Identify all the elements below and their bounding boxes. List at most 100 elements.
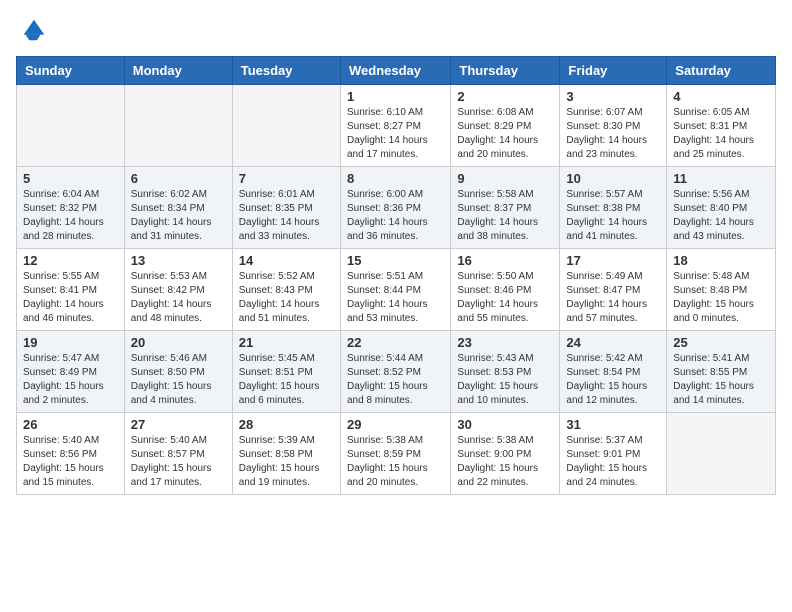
calendar-cell: 6Sunrise: 6:02 AM Sunset: 8:34 PM Daylig… <box>124 167 232 249</box>
day-info: Sunrise: 5:39 AM Sunset: 8:58 PM Dayligh… <box>239 434 334 490</box>
calendar-cell: 30 Sunrise: 5:38 AM Sunset: 9:00 PM Dayli… <box>451 413 560 495</box>
day-info: Sunrise: 6:04 AM Sunset: 8:32 PM Dayligh… <box>23 188 118 244</box>
day-info: Sunrise: 5:46 AM Sunset: 8:50 PM Dayligh… <box>131 352 226 408</box>
day-info: Sunrise: 5:50 AM Sunset: 8:46 PM Dayligh… <box>457 270 553 326</box>
day-number: 5 <box>23 171 118 186</box>
calendar-cell <box>667 413 776 495</box>
day-info: Sunrise: 5:51 AM Sunset: 8:44 PM Dayligh… <box>347 270 444 326</box>
day-info: Sunrise: 5:40 AM Sunset: 8:56 PM Dayligh… <box>23 434 118 490</box>
header-tuesday: Tuesday <box>232 57 340 85</box>
calendar-cell: 8 Sunrise: 6:00 AM Sunset: 8:36 PM Daylig… <box>340 167 450 249</box>
calendar-cell: 26 Sunrise: 5:40 AM Sunset: 8:56 PM Dayli… <box>17 413 125 495</box>
calendar-header-row: SundayMondayTuesdayWednesdayThursdayFrid… <box>17 57 776 85</box>
day-number: 29 <box>347 417 444 432</box>
day-info: Sunrise: 5:57 AM Sunset: 8:38 PM Dayligh… <box>566 188 660 244</box>
calendar-cell <box>124 85 232 167</box>
calendar-cell: 18Sunrise: 5:48 AM Sunset: 8:48 PM Dayli… <box>667 249 776 331</box>
day-number: 17 <box>566 253 660 268</box>
day-info: Sunrise: 6:05 AM Sunset: 8:31 PM Dayligh… <box>673 106 769 162</box>
day-info: Sunrise: 6:07 AM Sunset: 8:30 PM Dayligh… <box>566 106 660 162</box>
day-info: Sunrise: 5:52 AM Sunset: 8:43 PM Dayligh… <box>239 270 334 326</box>
calendar-cell: 25 Sunrise: 5:41 AM Sunset: 8:55 PM Dayli… <box>667 331 776 413</box>
calendar-cell: 13 Sunrise: 5:53 AM Sunset: 8:42 PM Dayli… <box>124 249 232 331</box>
day-info: Sunrise: 5:47 AM Sunset: 8:49 PM Dayligh… <box>23 352 118 408</box>
day-number: 20 <box>131 335 226 350</box>
calendar-cell: 31Sunrise: 5:37 AM Sunset: 9:01 PM Dayli… <box>560 413 667 495</box>
day-info: Sunrise: 5:56 AM Sunset: 8:40 PM Dayligh… <box>673 188 769 244</box>
calendar-cell: 23Sunrise: 5:43 AM Sunset: 8:53 PM Dayli… <box>451 331 560 413</box>
calendar-week-row: 12Sunrise: 5:55 AM Sunset: 8:41 PM Dayli… <box>17 249 776 331</box>
day-number: 4 <box>673 89 769 104</box>
header-monday: Monday <box>124 57 232 85</box>
day-info: Sunrise: 5:45 AM Sunset: 8:51 PM Dayligh… <box>239 352 334 408</box>
day-number: 7 <box>239 171 334 186</box>
day-info: Sunrise: 5:44 AM Sunset: 8:52 PM Dayligh… <box>347 352 444 408</box>
calendar-cell <box>17 85 125 167</box>
day-info: Sunrise: 6:10 AM Sunset: 8:27 PM Dayligh… <box>347 106 444 162</box>
calendar-cell: 3 Sunrise: 6:07 AM Sunset: 8:30 PM Daylig… <box>560 85 667 167</box>
calendar-cell: 19 Sunrise: 5:47 AM Sunset: 8:49 PM Dayli… <box>17 331 125 413</box>
header-wednesday: Wednesday <box>340 57 450 85</box>
day-number: 15 <box>347 253 444 268</box>
day-info: Sunrise: 5:49 AM Sunset: 8:47 PM Dayligh… <box>566 270 660 326</box>
day-number: 27 <box>131 417 226 432</box>
day-info: Sunrise: 5:48 AM Sunset: 8:48 PM Dayligh… <box>673 270 769 326</box>
day-info: Sunrise: 5:38 AM Sunset: 8:59 PM Dayligh… <box>347 434 444 490</box>
calendar-cell: 9 Sunrise: 5:58 AM Sunset: 8:37 PM Daylig… <box>451 167 560 249</box>
day-number: 24 <box>566 335 660 350</box>
calendar-cell: 12Sunrise: 5:55 AM Sunset: 8:41 PM Dayli… <box>17 249 125 331</box>
header-friday: Friday <box>560 57 667 85</box>
day-number: 1 <box>347 89 444 104</box>
calendar-table: SundayMondayTuesdayWednesdayThursdayFrid… <box>16 56 776 495</box>
day-number: 2 <box>457 89 553 104</box>
day-number: 9 <box>457 171 553 186</box>
calendar-cell: 2 Sunrise: 6:08 AM Sunset: 8:29 PM Daylig… <box>451 85 560 167</box>
day-number: 3 <box>566 89 660 104</box>
logo <box>16 16 48 44</box>
calendar-cell <box>232 85 340 167</box>
day-number: 8 <box>347 171 444 186</box>
day-number: 19 <box>23 335 118 350</box>
calendar-cell: 29 Sunrise: 5:38 AM Sunset: 8:59 PM Dayli… <box>340 413 450 495</box>
day-info: Sunrise: 5:41 AM Sunset: 8:55 PM Dayligh… <box>673 352 769 408</box>
day-info: Sunrise: 5:53 AM Sunset: 8:42 PM Dayligh… <box>131 270 226 326</box>
calendar-cell: 22Sunrise: 5:44 AM Sunset: 8:52 PM Dayli… <box>340 331 450 413</box>
day-info: Sunrise: 5:40 AM Sunset: 8:57 PM Dayligh… <box>131 434 226 490</box>
calendar-cell: 4 Sunrise: 6:05 AM Sunset: 8:31 PM Daylig… <box>667 85 776 167</box>
calendar-cell: 10 Sunrise: 5:57 AM Sunset: 8:38 PM Dayli… <box>560 167 667 249</box>
day-number: 28 <box>239 417 334 432</box>
calendar-week-row: 26 Sunrise: 5:40 AM Sunset: 8:56 PM Dayli… <box>17 413 776 495</box>
day-info: Sunrise: 6:00 AM Sunset: 8:36 PM Dayligh… <box>347 188 444 244</box>
day-number: 14 <box>239 253 334 268</box>
day-info: Sunrise: 5:37 AM Sunset: 9:01 PM Dayligh… <box>566 434 660 490</box>
day-number: 25 <box>673 335 769 350</box>
day-number: 23 <box>457 335 553 350</box>
calendar-cell: 28 Sunrise: 5:39 AM Sunset: 8:58 PM Dayli… <box>232 413 340 495</box>
calendar-cell: 14 Sunrise: 5:52 AM Sunset: 8:43 PM Dayli… <box>232 249 340 331</box>
day-number: 26 <box>23 417 118 432</box>
day-number: 30 <box>457 417 553 432</box>
day-number: 21 <box>239 335 334 350</box>
day-number: 6 <box>131 171 226 186</box>
day-info: Sunrise: 6:01 AM Sunset: 8:35 PM Dayligh… <box>239 188 334 244</box>
day-info: Sunrise: 5:38 AM Sunset: 9:00 PM Dayligh… <box>457 434 553 490</box>
calendar-week-row: 1 Sunrise: 6:10 AM Sunset: 8:27 PM Daylig… <box>17 85 776 167</box>
logo-icon <box>20 16 48 44</box>
calendar-cell: 17 Sunrise: 5:49 AM Sunset: 8:47 PM Dayli… <box>560 249 667 331</box>
calendar-cell: 27 Sunrise: 5:40 AM Sunset: 8:57 PM Dayli… <box>124 413 232 495</box>
header-saturday: Saturday <box>667 57 776 85</box>
calendar-cell: 11 Sunrise: 5:56 AM Sunset: 8:40 PM Dayli… <box>667 167 776 249</box>
calendar-cell: 5 Sunrise: 6:04 AM Sunset: 8:32 PM Daylig… <box>17 167 125 249</box>
day-info: Sunrise: 5:55 AM Sunset: 8:41 PM Dayligh… <box>23 270 118 326</box>
day-number: 10 <box>566 171 660 186</box>
day-info: Sunrise: 5:58 AM Sunset: 8:37 PM Dayligh… <box>457 188 553 244</box>
header-thursday: Thursday <box>451 57 560 85</box>
day-info: Sunrise: 6:08 AM Sunset: 8:29 PM Dayligh… <box>457 106 553 162</box>
day-number: 11 <box>673 171 769 186</box>
calendar-week-row: 5 Sunrise: 6:04 AM Sunset: 8:32 PM Daylig… <box>17 167 776 249</box>
day-number: 13 <box>131 253 226 268</box>
calendar-cell: 24Sunrise: 5:42 AM Sunset: 8:54 PM Dayli… <box>560 331 667 413</box>
calendar-cell: 21 Sunrise: 5:45 AM Sunset: 8:51 PM Dayli… <box>232 331 340 413</box>
day-number: 16 <box>457 253 553 268</box>
calendar-cell: 16 Sunrise: 5:50 AM Sunset: 8:46 PM Dayli… <box>451 249 560 331</box>
